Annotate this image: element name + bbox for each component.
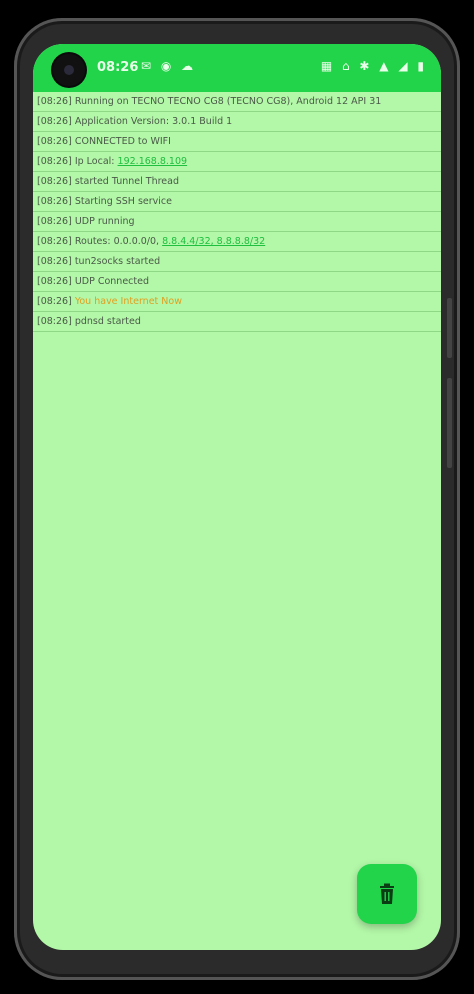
front-camera <box>53 54 85 86</box>
system-status-icons: ▦ ⌂ ✱ ▲ ◢ ▮ <box>320 59 427 73</box>
log-row: [08:26] pdnsd started <box>33 312 441 332</box>
log-row: [08:26] Starting SSH service <box>33 192 441 212</box>
log-row: [08:26] Application Version: 3.0.1 Build… <box>33 112 441 132</box>
log-row: [08:26] UDP running <box>33 212 441 232</box>
log-row: [08:26] Routes: 0.0.0.0/0, 8.8.4.4/32, 8… <box>33 232 441 252</box>
app-screen: 08:26 ✉ ◉ ☁ ▦ ⌂ ✱ ▲ ◢ ▮ [08:26] Running … <box>33 44 441 950</box>
routes-link[interactable]: 8.8.4.4/32, 8.8.8.8/32 <box>162 236 265 247</box>
log-row: [08:26] You have Internet Now <box>33 292 441 312</box>
log-row: [08:26] Running on TECNO TECNO CG8 (TECN… <box>33 92 441 112</box>
log-row: [08:26] Ip Local: 192.168.8.109 <box>33 152 441 172</box>
internet-status-text: You have Internet Now <box>74 296 182 307</box>
power-button <box>447 378 452 468</box>
log-row: [08:26] UDP Connected <box>33 272 441 292</box>
log-row: [08:26] tun2socks started <box>33 252 441 272</box>
ip-link[interactable]: 192.168.8.109 <box>118 156 188 167</box>
clear-log-icon <box>380 883 394 904</box>
log-row: [08:26] CONNECTED to WIFI <box>33 132 441 152</box>
status-time: 08:26 <box>97 60 139 75</box>
notification-icons: ✉ ◉ ☁ <box>141 59 197 73</box>
clear-log-button[interactable] <box>357 864 417 924</box>
log-list[interactable]: [08:26] Running on TECNO TECNO CG8 (TECN… <box>33 92 441 332</box>
status-bar: 08:26 ✉ ◉ ☁ ▦ ⌂ ✱ ▲ ◢ ▮ <box>33 44 441 92</box>
log-row: [08:26] started Tunnel Thread <box>33 172 441 192</box>
volume-button <box>447 298 452 358</box>
